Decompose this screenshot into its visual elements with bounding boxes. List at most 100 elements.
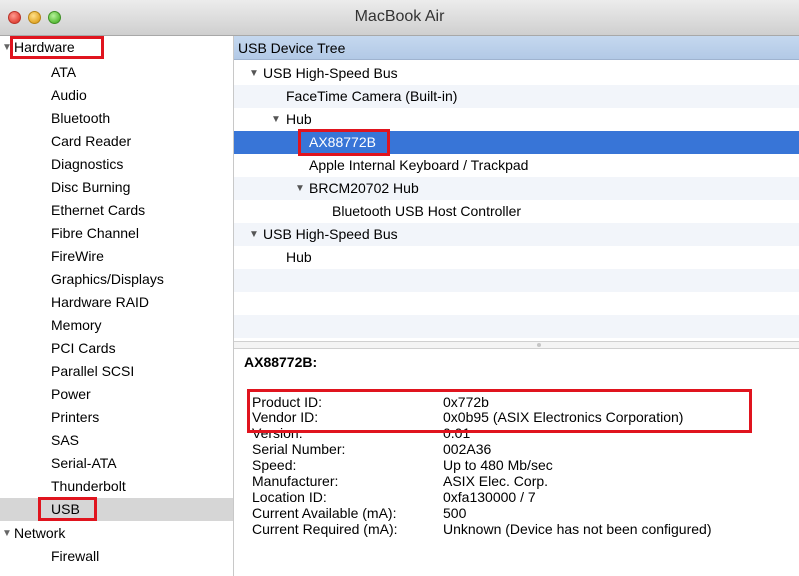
sidebar-item-label: Hardware RAID bbox=[51, 294, 150, 310]
sidebar-item-label: Fibre Channel bbox=[51, 225, 139, 241]
disclosure-triangle-icon[interactable]: ▼ bbox=[249, 62, 259, 85]
window-titlebar: MacBook Air bbox=[0, 0, 799, 36]
sidebar-item-diagnostics[interactable]: Diagnostics bbox=[0, 153, 233, 176]
sidebar-item-label: Ethernet Cards bbox=[51, 202, 146, 218]
usb-device-tree: USB Device Tree ▼ USB High-Speed Bus Fac… bbox=[234, 36, 799, 346]
tree-row-label: Hub bbox=[286, 111, 312, 127]
tree-row-label: Apple Internal Keyboard / Trackpad bbox=[309, 157, 529, 173]
tree-header[interactable]: USB Device Tree bbox=[234, 36, 799, 60]
detail-label-manufacturer: Manufacturer: bbox=[252, 473, 339, 489]
sidebar-item-audio[interactable]: Audio bbox=[0, 84, 233, 107]
detail-value-version: 0.01 bbox=[443, 425, 471, 441]
sidebar-item-label: Thunderbolt bbox=[51, 478, 126, 494]
sidebar-item-pci-cards[interactable]: PCI Cards bbox=[0, 337, 233, 360]
sidebar-item-sas[interactable]: SAS bbox=[0, 429, 233, 452]
detail-value-current-available: 500 bbox=[443, 505, 467, 521]
sidebar-item-label: Bluetooth bbox=[51, 110, 111, 126]
window-title: MacBook Air bbox=[354, 8, 445, 25]
tree-row-ax88772b[interactable]: AX88772B bbox=[234, 131, 799, 154]
sidebar-group-network[interactable]: ▼ Network bbox=[0, 522, 233, 545]
sidebar-item-label: USB bbox=[51, 501, 80, 517]
sidebar-item-label: Audio bbox=[51, 87, 87, 103]
sidebar-item-serial-ata[interactable]: Serial-ATA bbox=[0, 452, 233, 475]
detail-label-location: Location ID: bbox=[252, 489, 327, 505]
sidebar-item-usb[interactable]: USB bbox=[0, 498, 233, 521]
tree-row-keyboard-trackpad[interactable]: Apple Internal Keyboard / Trackpad bbox=[234, 154, 799, 177]
sidebar-group-label: Hardware bbox=[14, 39, 75, 55]
sidebar-item-label: ATA bbox=[51, 64, 77, 80]
sidebar-item-label: Memory bbox=[51, 317, 102, 333]
sidebar-group-hardware[interactable]: ▼ Hardware bbox=[0, 36, 233, 59]
sidebar-item-hardware-raid[interactable]: Hardware RAID bbox=[0, 291, 233, 314]
sidebar-item-label: FireWire bbox=[51, 248, 104, 264]
detail-label-speed: Speed: bbox=[252, 457, 297, 473]
sidebar-item-thunderbolt[interactable]: Thunderbolt bbox=[0, 475, 233, 498]
detail-value-product-id: 0x772b bbox=[443, 394, 489, 410]
sidebar-item-label: Serial-ATA bbox=[51, 455, 117, 471]
sidebar-item-graphics-displays[interactable]: Graphics/Displays bbox=[0, 268, 233, 291]
tree-row-empty bbox=[234, 315, 799, 338]
detail-label-current-required: Current Required (mA): bbox=[252, 521, 398, 537]
sidebar-item-label: Disc Burning bbox=[51, 179, 131, 195]
sidebar-item-label: SAS bbox=[51, 432, 80, 448]
tree-row-label: FaceTime Camera (Built-in) bbox=[286, 88, 458, 104]
sidebar-item-label: Printers bbox=[51, 409, 100, 425]
sidebar-item-label: Parallel SCSI bbox=[51, 363, 135, 379]
sidebar-item-label: Graphics/Displays bbox=[51, 271, 164, 287]
sidebar-item-label: Power bbox=[51, 386, 91, 402]
sidebar-item-printers[interactable]: Printers bbox=[0, 406, 233, 429]
sidebar-item-disc-burning[interactable]: Disc Burning bbox=[0, 176, 233, 199]
sidebar-item-parallel-scsi[interactable]: Parallel SCSI bbox=[0, 360, 233, 383]
tree-row-label: Bluetooth USB Host Controller bbox=[332, 203, 522, 219]
detail-value-current-required: Unknown (Device has not been configured) bbox=[443, 521, 712, 537]
tree-row-brcm-hub[interactable]: ▼ BRCM20702 Hub bbox=[234, 177, 799, 200]
details-title: AX88772B: bbox=[244, 354, 318, 370]
tree-row-hub[interactable]: ▼ Hub bbox=[234, 108, 799, 131]
detail-label-version: Version: bbox=[252, 425, 303, 441]
pane-splitter[interactable] bbox=[234, 341, 799, 349]
sidebar-item-card-reader[interactable]: Card Reader bbox=[0, 130, 233, 153]
device-details: AX88772B: Product ID: 0x772b Vendor ID: … bbox=[234, 349, 799, 576]
tree-row-label: AX88772B bbox=[309, 134, 376, 150]
sidebar-item-fibre-channel[interactable]: Fibre Channel bbox=[0, 222, 233, 245]
sidebar: ▼ Hardware ATA Audio Bluetooth Card Read… bbox=[0, 36, 234, 576]
splitter-handle-icon[interactable] bbox=[537, 343, 541, 347]
tree-row-bluetooth-controller[interactable]: Bluetooth USB Host Controller bbox=[234, 200, 799, 223]
sidebar-item-firewire[interactable]: FireWire bbox=[0, 245, 233, 268]
tree-row-empty bbox=[234, 292, 799, 315]
disclosure-triangle-icon[interactable]: ▼ bbox=[271, 108, 281, 131]
sidebar-group-label: Network bbox=[14, 525, 66, 541]
sidebar-item-bluetooth[interactable]: Bluetooth bbox=[0, 107, 233, 130]
tree-header-label: USB Device Tree bbox=[238, 40, 346, 56]
tree-row-label: USB High-Speed Bus bbox=[263, 226, 398, 242]
sidebar-item-ata[interactable]: ATA bbox=[0, 61, 233, 84]
disclosure-triangle-icon[interactable]: ▼ bbox=[295, 177, 305, 200]
sidebar-item-power[interactable]: Power bbox=[0, 383, 233, 406]
detail-label-serial: Serial Number: bbox=[252, 441, 346, 457]
tree-row-label: USB High-Speed Bus bbox=[263, 65, 398, 81]
sidebar-item-ethernet-cards[interactable]: Ethernet Cards bbox=[0, 199, 233, 222]
detail-value-manufacturer: ASIX Elec. Corp. bbox=[443, 473, 549, 489]
tree-row-label: BRCM20702 Hub bbox=[309, 180, 419, 196]
disclosure-triangle-icon[interactable]: ▼ bbox=[2, 522, 12, 545]
tree-row-facetime-camera[interactable]: FaceTime Camera (Built-in) bbox=[234, 85, 799, 108]
detail-label-current-available: Current Available (mA): bbox=[252, 505, 397, 521]
sidebar-item-label: Card Reader bbox=[51, 133, 132, 149]
sidebar-item-label: PCI Cards bbox=[51, 340, 116, 356]
sidebar-item-memory[interactable]: Memory bbox=[0, 314, 233, 337]
sidebar-item-label: Firewall bbox=[51, 548, 100, 564]
sidebar-item-label: Diagnostics bbox=[51, 156, 124, 172]
detail-value-serial: 002A36 bbox=[443, 441, 492, 457]
disclosure-triangle-icon[interactable]: ▼ bbox=[2, 36, 12, 59]
disclosure-triangle-icon[interactable]: ▼ bbox=[249, 223, 259, 246]
sidebar-item-firewall[interactable]: Firewall bbox=[0, 545, 233, 568]
detail-label-vendor-id: Vendor ID: bbox=[252, 409, 319, 425]
tree-row-label: Hub bbox=[286, 249, 312, 265]
tree-row-usb-bus[interactable]: ▼ USB High-Speed Bus bbox=[234, 62, 799, 85]
detail-value-speed: Up to 480 Mb/sec bbox=[443, 457, 553, 473]
detail-value-location: 0xfa130000 / 7 bbox=[443, 489, 536, 505]
detail-label-product-id: Product ID: bbox=[252, 394, 323, 410]
tree-row-usb-bus-2[interactable]: ▼ USB High-Speed Bus bbox=[234, 223, 799, 246]
tree-row-empty bbox=[234, 269, 799, 292]
tree-row-hub-2[interactable]: Hub bbox=[234, 246, 799, 269]
